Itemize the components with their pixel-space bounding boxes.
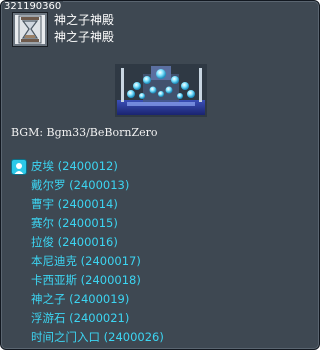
map-info-panel: 321190360 神之子神殿 神之子神殿 BGM: Bgm33/BeBornZ… bbox=[0, 0, 320, 350]
npc-name: 时间之门入口 bbox=[31, 330, 100, 344]
npc-id: (2400026) bbox=[103, 330, 164, 344]
npc-id: (2400018) bbox=[80, 273, 141, 287]
npc-list-item[interactable]: 皮埃 (2400012) bbox=[31, 158, 118, 175]
npc-list-item[interactable]: 戴尔罗 (2400013) bbox=[31, 177, 129, 194]
map-name: 神之子神殿 bbox=[54, 30, 115, 44]
npc-id: (2400012) bbox=[57, 159, 118, 173]
npc-id: (2400013) bbox=[69, 178, 130, 192]
npc-name: 本尼迪克 bbox=[31, 254, 77, 268]
npc-id: (2400021) bbox=[69, 311, 130, 325]
npc-id: (2400017) bbox=[80, 254, 141, 268]
npc-list-item[interactable]: 拉俊 (2400016) bbox=[31, 234, 118, 251]
bgm-label: BGM: Bgm33/BeBornZero bbox=[11, 126, 158, 139]
npc-name: 戴尔罗 bbox=[31, 178, 66, 192]
npc-list-item[interactable]: 曹宇 (2400014) bbox=[31, 196, 118, 213]
npc-name: 曹宇 bbox=[31, 197, 54, 211]
npc-list-item[interactable]: 卡西亚斯 (2400018) bbox=[31, 272, 141, 289]
npc-list-item[interactable]: 赛尔 (2400015) bbox=[31, 215, 118, 232]
npc-name: 浮游石 bbox=[31, 311, 66, 325]
npc-person-icon bbox=[11, 159, 27, 175]
npc-name: 赛尔 bbox=[31, 216, 54, 230]
map-id: 321190360 bbox=[4, 1, 64, 12]
npc-list-item[interactable]: 本尼迪克 (2400017) bbox=[31, 253, 141, 270]
npc-list-item[interactable]: 时间之门入口 (2400026) bbox=[31, 329, 164, 346]
npc-name: 皮埃 bbox=[31, 159, 54, 173]
npc-name: 卡西亚斯 bbox=[31, 273, 77, 287]
npc-name: 神之子 bbox=[31, 292, 66, 306]
npc-id: (2400014) bbox=[57, 197, 118, 211]
hourglass-icon bbox=[12, 12, 48, 47]
map-preview-image bbox=[115, 64, 207, 117]
npc-id: (2400015) bbox=[57, 216, 118, 230]
npc-name: 拉俊 bbox=[31, 235, 54, 249]
npc-id: (2400019) bbox=[69, 292, 130, 306]
npc-list-item[interactable]: 浮游石 (2400021) bbox=[31, 310, 129, 327]
map-street-name: 神之子神殿 bbox=[54, 13, 115, 27]
npc-list-item[interactable]: 神之子 (2400019) bbox=[31, 291, 129, 308]
npc-id: (2400016) bbox=[57, 235, 118, 249]
